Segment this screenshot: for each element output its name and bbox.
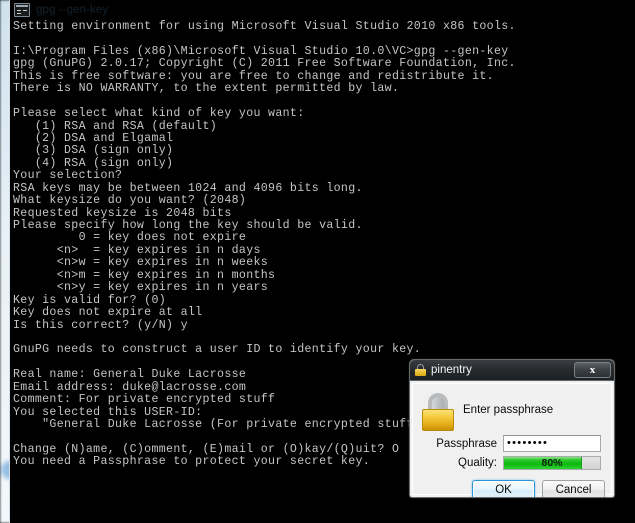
console-line: There is NO WARRANTY, to the extent perm… (13, 83, 635, 95)
ok-button[interactable]: OK (472, 480, 535, 498)
quality-label: Quality: (413, 457, 503, 469)
console-icon (14, 3, 30, 17)
quality-row: Quality: 80% (413, 456, 611, 470)
console-line: What keysize do you want? (2048) (13, 195, 635, 207)
pinentry-content: Enter passphrase Passphrase •••••••• Qua… (412, 383, 612, 495)
console-line: Key does not expire at all (13, 307, 635, 319)
passphrase-input[interactable]: •••••••• (503, 435, 601, 452)
console-line: GnuPG needs to construct a user ID to id… (13, 344, 635, 356)
passphrase-label: Passphrase (413, 438, 503, 450)
close-icon[interactable]: x (574, 362, 611, 378)
padlock-icon (421, 393, 455, 431)
passphrase-row: Passphrase •••••••• (413, 435, 611, 452)
quality-percent-text: 80% (504, 457, 600, 469)
console-window-title: gpg --gen-key (36, 4, 108, 16)
console-line: (3) DSA (sign only) (13, 145, 635, 157)
screen: gpg --gen-key Setting environment for us… (0, 0, 635, 523)
console-line: Please select what kind of key you want: (13, 108, 635, 120)
console-line: gpg (GnuPG) 2.0.17; Copyright (C) 2011 F… (13, 58, 635, 70)
quality-progress-bar: 80% (503, 456, 601, 470)
pinentry-title: pinentry (431, 364, 472, 376)
console-line: Setting environment for using Microsoft … (13, 21, 635, 33)
console-line: Your selection? (13, 170, 635, 182)
pinentry-titlebar[interactable]: pinentry x (410, 360, 614, 381)
console-line: Is this correct? (y/N) y (13, 320, 635, 332)
console-line (13, 33, 635, 45)
console-titlebar[interactable]: gpg --gen-key (10, 0, 635, 20)
console-line: 0 = key does not expire (13, 232, 635, 244)
lock-icon (415, 364, 426, 376)
console-line: <n>w = key expires in n weeks (13, 257, 635, 269)
console-line: <n>y = key expires in n years (13, 282, 635, 294)
prompt-label: Enter passphrase (463, 404, 553, 416)
pinentry-dialog[interactable]: pinentry x Enter passphrase Passphrase •… (409, 359, 615, 498)
dialog-button-row: OK Cancel (413, 480, 605, 498)
cancel-button[interactable]: Cancel (542, 480, 605, 498)
